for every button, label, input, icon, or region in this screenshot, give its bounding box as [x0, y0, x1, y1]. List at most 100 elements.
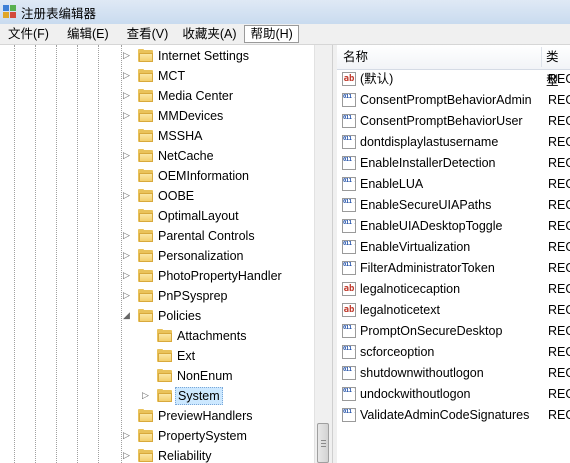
menu-favorites[interactable]: 收藏夹(A) [176, 25, 242, 43]
tree-node[interactable]: ◢ Policies [0, 306, 314, 326]
tree-node[interactable]: ▷ Personalization [0, 246, 314, 266]
dword-value-icon: 011 110 [342, 366, 356, 380]
folder-icon [157, 369, 173, 382]
collapsed-arrow-icon[interactable]: ▷ [141, 391, 150, 400]
collapsed-arrow-icon[interactable]: ▷ [122, 231, 131, 240]
tree-node-label[interactable]: Attachments [175, 327, 248, 345]
menu-edit[interactable]: 编辑(E) [61, 25, 115, 43]
value-row[interactable]: 011 110 EnableInstallerDetection REG [337, 153, 570, 174]
dword-value-icon: 011 110 [342, 345, 356, 359]
tree-node[interactable]: ▷ Reliability [0, 446, 314, 463]
value-row[interactable]: 011 110 EnableLUA REG [337, 174, 570, 195]
folder-icon [138, 189, 154, 202]
value-name: (默认) [360, 72, 394, 86]
tree-node[interactable]: ▷ Media Center [0, 86, 314, 106]
value-row[interactable]: 011 110 FilterAdministratorToken REG [337, 258, 570, 279]
tree-node-label[interactable]: PnPSysprep [156, 287, 229, 305]
tree-node-label[interactable]: PreviewHandlers [156, 407, 254, 425]
tree-node-label[interactable]: MSSHA [156, 127, 204, 145]
tree-node-label[interactable]: NonEnum [175, 367, 235, 385]
value-row[interactable]: 011 110 EnableVirtualization REG [337, 237, 570, 258]
collapsed-arrow-icon[interactable]: ▷ [122, 431, 131, 440]
tree-node[interactable]: ▷ NetCache [0, 146, 314, 166]
value-row[interactable]: 011 110 PromptOnSecureDesktop REG [337, 321, 570, 342]
value-row[interactable]: ab (默认) REG [337, 69, 570, 90]
tree-node[interactable]: ▷ Internet Settings [0, 46, 314, 66]
tree-node[interactable]: OptimalLayout [0, 206, 314, 226]
tree-node-label[interactable]: Policies [156, 307, 203, 325]
tree-scrollbar[interactable] [314, 45, 332, 463]
menu-help[interactable]: 帮助(H) [244, 25, 299, 43]
tree-node[interactable]: PreviewHandlers [0, 406, 314, 426]
tree-node[interactable]: ▷ MMDevices [0, 106, 314, 126]
column-header-name[interactable]: 名称 [339, 45, 368, 69]
tree-node-label[interactable]: Internet Settings [156, 47, 251, 65]
value-row[interactable]: 011 110 EnableUIADesktopToggle REG [337, 216, 570, 237]
value-row[interactable]: 011 110 ConsentPromptBehaviorUser REG [337, 111, 570, 132]
value-row[interactable]: 011 110 shutdownwithoutlogon REG [337, 363, 570, 384]
tree-node-label[interactable]: Parental Controls [156, 227, 257, 245]
collapsed-arrow-icon[interactable]: ▷ [122, 151, 131, 160]
tree-node[interactable]: OEMInformation [0, 166, 314, 186]
dword-value-icon: 011 110 [342, 156, 356, 170]
tree-node-label[interactable]: Personalization [156, 247, 245, 265]
tree-node[interactable]: ▷ System [0, 386, 314, 406]
menu-view[interactable]: 查看(V) [121, 25, 175, 43]
value-name: ConsentPromptBehaviorAdmin [360, 93, 532, 107]
folder-icon [138, 269, 154, 282]
value-type: REG [548, 324, 570, 338]
value-row[interactable]: ab legalnoticecaption REG [337, 279, 570, 300]
tree-node-label[interactable]: Media Center [156, 87, 235, 105]
tree-node[interactable]: ▷ MCT [0, 66, 314, 86]
value-type: REG [548, 93, 570, 107]
column-header-type[interactable]: 类型 [542, 45, 570, 88]
folder-icon [138, 249, 154, 262]
collapsed-arrow-icon[interactable]: ▷ [122, 111, 131, 120]
value-row[interactable]: 011 110 ConsentPromptBehaviorAdmin REG [337, 90, 570, 111]
tree-node-label[interactable]: Ext [175, 347, 197, 365]
tree-node-label[interactable]: PhotoPropertyHandler [156, 267, 284, 285]
collapsed-arrow-icon[interactable]: ▷ [122, 451, 131, 460]
tree-node-label[interactable]: System [175, 387, 223, 405]
value-row[interactable]: ab legalnoticetext REG [337, 300, 570, 321]
value-row[interactable]: 011 110 ValidateAdminCodeSignatures REG [337, 405, 570, 426]
dword-value-icon: 011 110 [342, 240, 356, 254]
value-row[interactable]: 011 110 scforceoption REG [337, 342, 570, 363]
value-row[interactable]: 011 110 dontdisplaylastusername REG [337, 132, 570, 153]
tree-node-label[interactable]: NetCache [156, 147, 216, 165]
collapsed-arrow-icon[interactable]: ▷ [122, 91, 131, 100]
tree-scrollbar-thumb[interactable] [317, 423, 329, 463]
folder-icon [138, 409, 154, 422]
key-tree[interactable]: ▷ Internet Settings ▷ MCT ▷ Media Center ▷ MMDe… [0, 45, 332, 463]
tree-node-label[interactable]: MCT [156, 67, 187, 85]
tree-node-label[interactable]: PropertySystem [156, 427, 249, 445]
tree-node[interactable]: Ext [0, 346, 314, 366]
value-row[interactable]: 011 110 EnableSecureUIAPaths REG [337, 195, 570, 216]
tree-node[interactable]: ▷ PhotoPropertyHandler [0, 266, 314, 286]
tree-node[interactable]: MSSHA [0, 126, 314, 146]
value-type: REG [548, 303, 570, 317]
value-name: legalnoticetext [360, 303, 440, 317]
tree-node-label[interactable]: MMDevices [156, 107, 225, 125]
tree-node[interactable]: NonEnum [0, 366, 314, 386]
tree-node[interactable]: ▷ PropertySystem [0, 426, 314, 446]
collapsed-arrow-icon[interactable]: ▷ [122, 271, 131, 280]
collapsed-arrow-icon[interactable]: ▷ [122, 51, 131, 60]
menu-file[interactable]: 文件(F) [2, 25, 55, 43]
tree-node-label[interactable]: OptimalLayout [156, 207, 241, 225]
collapsed-arrow-icon[interactable]: ▷ [122, 291, 131, 300]
tree-node-label[interactable]: OOBE [156, 187, 196, 205]
collapsed-arrow-icon[interactable]: ▷ [122, 191, 131, 200]
tree-node[interactable]: ▷ PnPSysprep [0, 286, 314, 306]
value-name: EnableUIADesktopToggle [360, 219, 503, 233]
tree-node[interactable]: ▷ OOBE [0, 186, 314, 206]
value-list[interactable]: 名称 类型 ab (默认) REG 011 110 ConsentPromptBehav… [337, 45, 570, 463]
tree-node[interactable]: ▷ Parental Controls [0, 226, 314, 246]
tree-node-label[interactable]: Reliability [156, 447, 214, 463]
tree-node-label[interactable]: OEMInformation [156, 167, 251, 185]
collapsed-arrow-icon[interactable]: ▷ [122, 251, 131, 260]
tree-node[interactable]: Attachments [0, 326, 314, 346]
value-row[interactable]: 011 110 undockwithoutlogon REG [337, 384, 570, 405]
collapsed-arrow-icon[interactable]: ▷ [122, 71, 131, 80]
expanded-arrow-icon[interactable]: ◢ [122, 311, 131, 320]
